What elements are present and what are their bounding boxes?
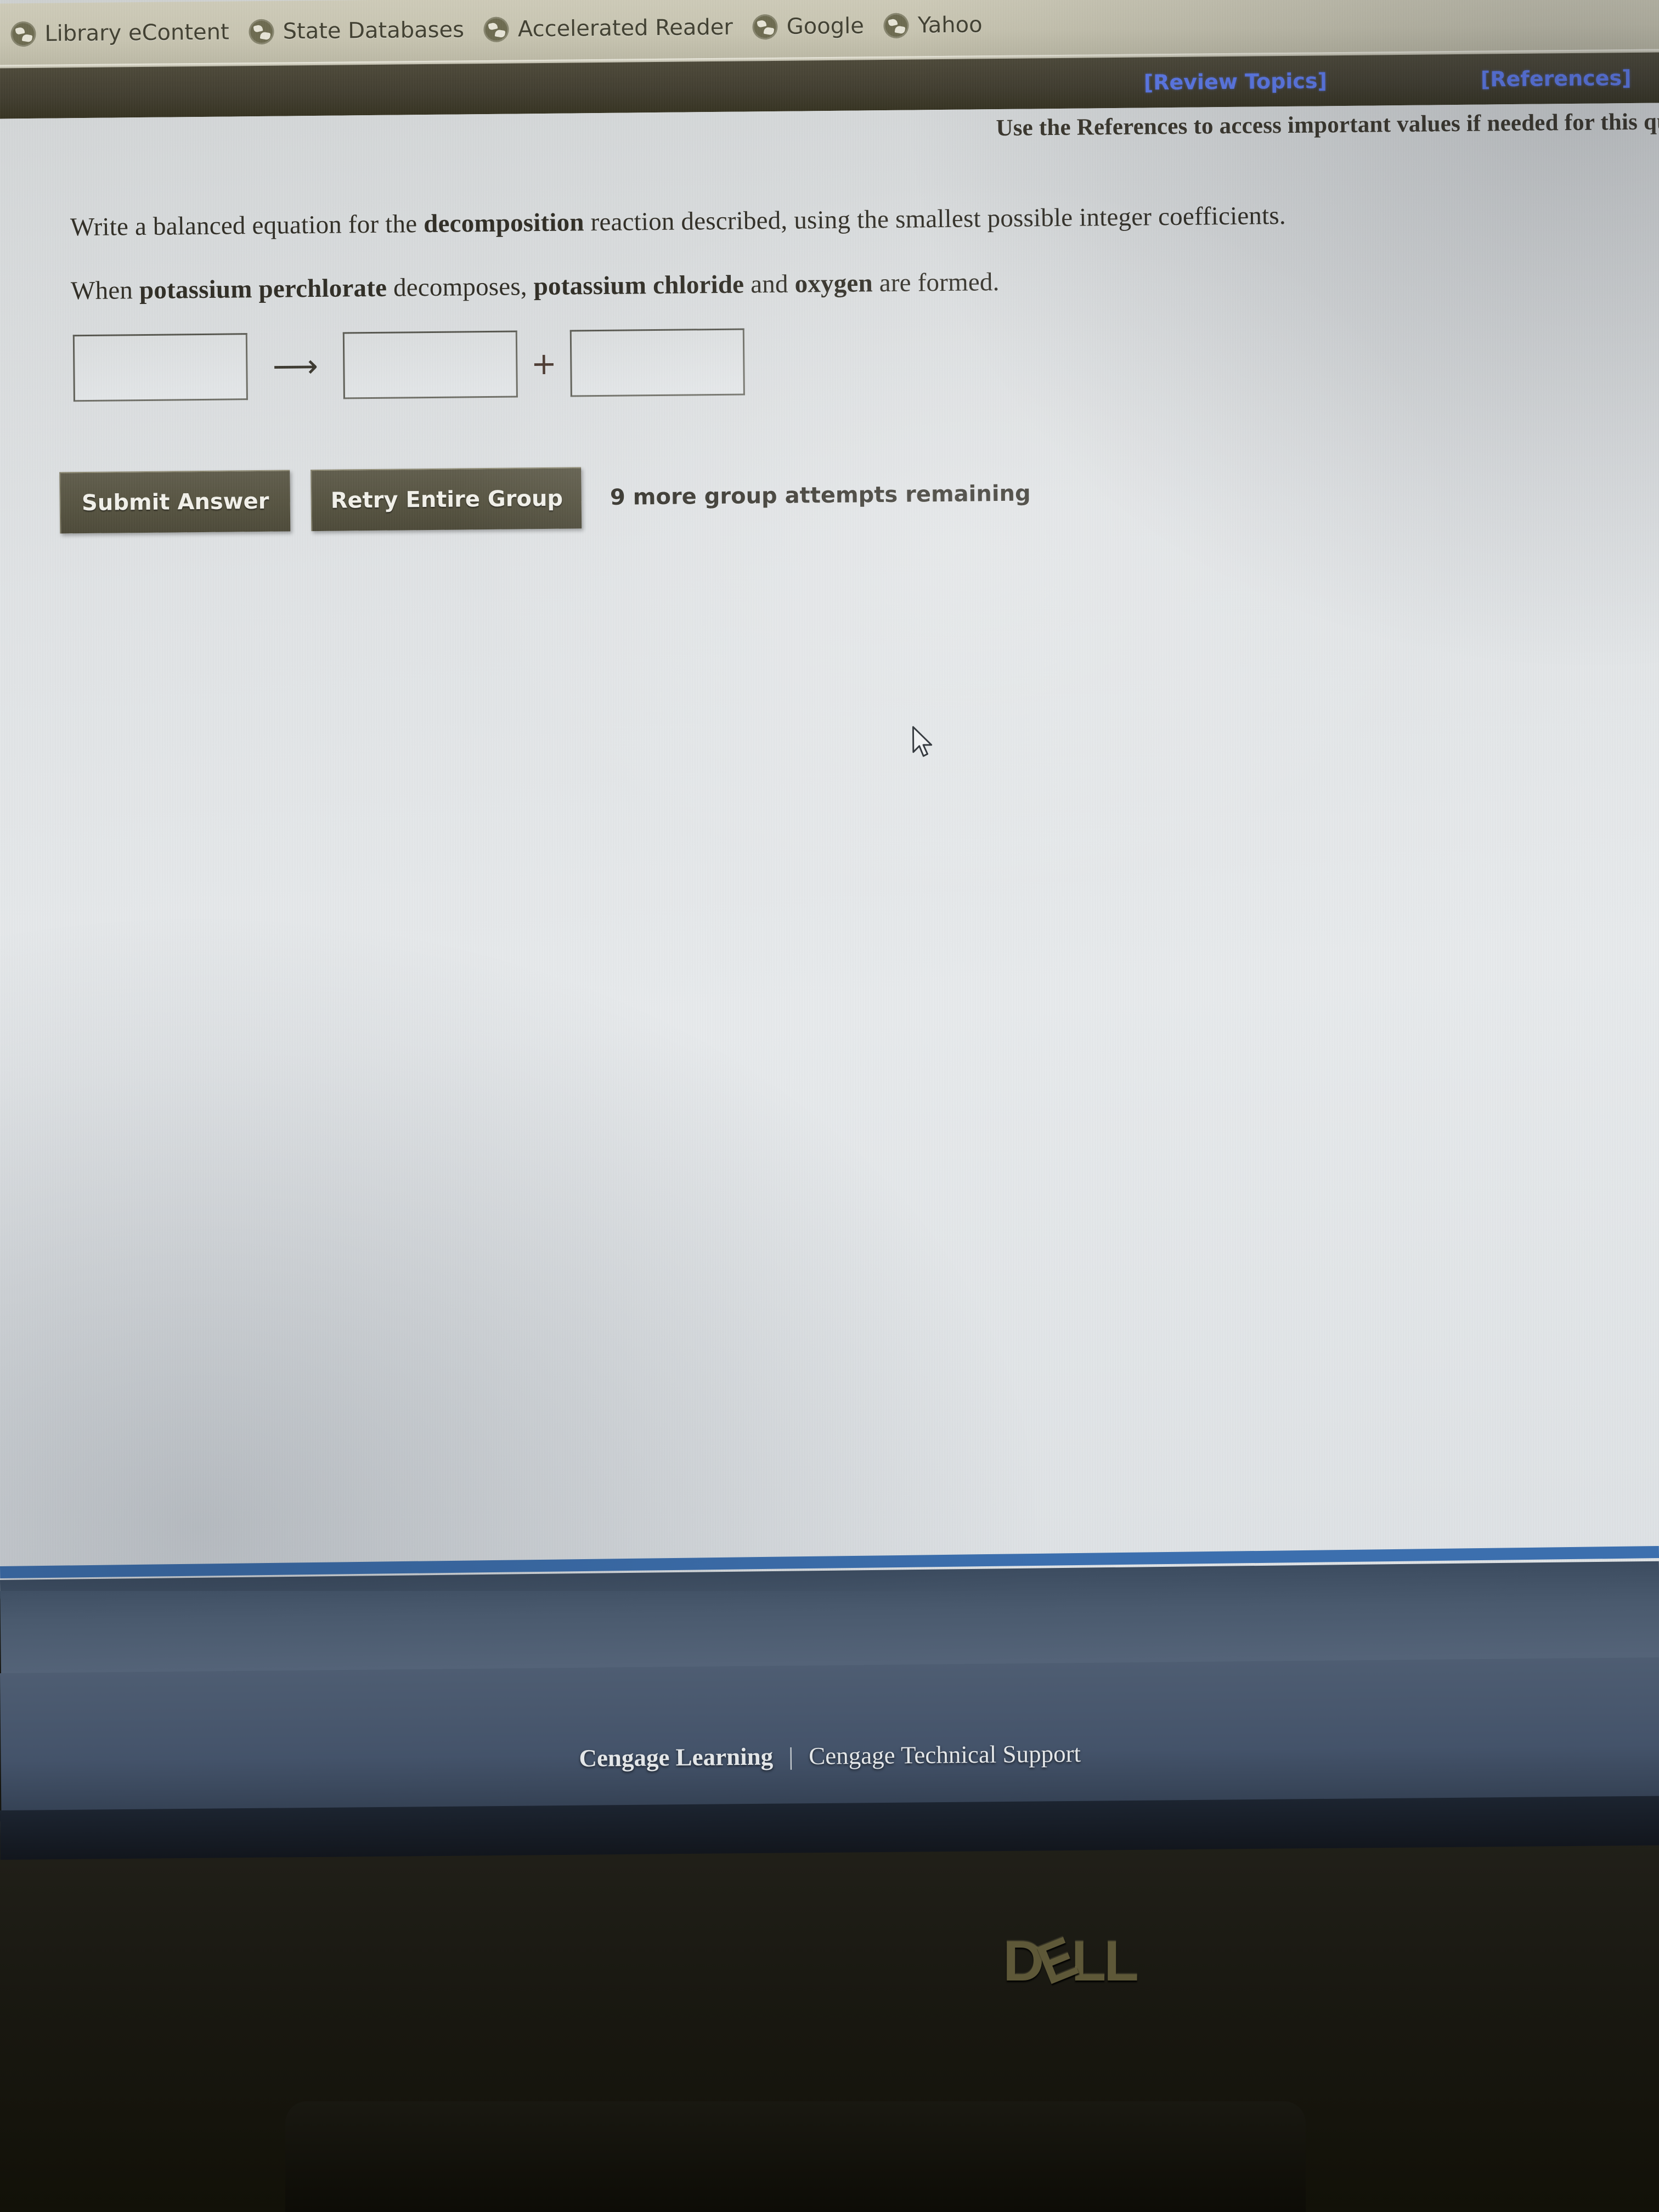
footer-links: Cengage Learning | Cengage Technical Sup… (579, 1739, 1081, 1773)
page-footer: Cengage Learning | Cengage Technical Sup… (0, 1701, 1659, 1810)
plus-sign-icon: + (531, 346, 557, 382)
product-2-input[interactable] (569, 328, 745, 397)
globe-icon (883, 13, 910, 39)
bookmark-label: Accelerated Reader (517, 14, 733, 42)
bookmark-clipped-left[interactable]: s (0, 21, 5, 47)
bookmark-google[interactable]: Google (747, 5, 878, 47)
question-line2-part3: and (743, 269, 795, 299)
reference-instruction-text: Use the References to access important v… (996, 109, 1659, 142)
cengage-learning-link[interactable]: Cengage Learning (579, 1742, 773, 1772)
question-line2-bold-oxygen: oxygen (794, 269, 873, 298)
question-page: Use the References to access important v… (0, 103, 1659, 1591)
question-line2-part4: are formed. (872, 268, 1000, 298)
bookmark-state-databases[interactable]: State Databases (243, 9, 478, 52)
references-link[interactable]: [References] (1481, 66, 1632, 92)
equation-entry-row: ⟶ + (72, 328, 745, 402)
dell-logo: D E LL (955, 1925, 1185, 1997)
submit-answer-button[interactable]: Submit Answer (59, 470, 291, 534)
globe-icon (483, 16, 510, 43)
bookmark-label: State Databases (283, 17, 465, 44)
reactant-input[interactable] (72, 333, 248, 402)
mouse-pointer-icon (912, 726, 933, 757)
product-1-input[interactable] (342, 330, 518, 399)
question-line1-part2: reaction described, using the smallest p… (584, 201, 1286, 237)
attempts-remaining-text: 9 more group attempts remaining (610, 481, 1031, 510)
retry-entire-group-button[interactable]: Retry Entire Group (311, 467, 582, 532)
globe-icon (752, 14, 778, 40)
bookmark-label: Yahoo (917, 12, 983, 38)
question-line1-bold-decomposition: decomposition (423, 208, 584, 239)
question-line2-bold-potassium-chloride: potassium chloride (533, 270, 744, 301)
review-topics-link[interactable]: [Review Topics] (1144, 69, 1327, 94)
cengage-technical-support-link[interactable]: Cengage Technical Support (809, 1739, 1081, 1770)
monitor-screen: s Library eContent State Databases Accel… (0, 0, 1659, 1591)
reaction-arrow-icon: ⟶ (272, 347, 319, 385)
bookmark-label: Library eContent (44, 19, 229, 47)
bookmark-label: Google (786, 13, 865, 40)
question-line-1: Write a balanced equation for the decomp… (70, 201, 1286, 242)
bookmark-yahoo[interactable]: Yahoo (878, 4, 997, 46)
screen-contents: s Library eContent State Databases Accel… (0, 0, 1659, 1591)
question-line2-bold-potassium-perchlorate: potassium perchlorate (139, 273, 387, 305)
footer-divider: | (788, 1742, 794, 1770)
question-line-2: When potassium perchlorate decomposes, p… (71, 267, 1000, 306)
question-line1-part1: Write a balanced equation for the (70, 210, 424, 242)
bookmark-accelerated-reader[interactable]: Accelerated Reader (478, 7, 748, 50)
bookmark-library-econtent[interactable]: Library eContent (5, 12, 244, 54)
question-line2-part2: decomposes, (386, 272, 534, 302)
action-buttons-row: Submit Answer Retry Entire Group 9 more … (59, 462, 1031, 534)
globe-icon (249, 19, 274, 45)
question-line2-part1: When (70, 276, 140, 306)
monitor-photograph: DELL s Library eContent State Databases … (0, 0, 1659, 2212)
monitor-stand (285, 2101, 1306, 2212)
globe-icon (10, 21, 36, 47)
